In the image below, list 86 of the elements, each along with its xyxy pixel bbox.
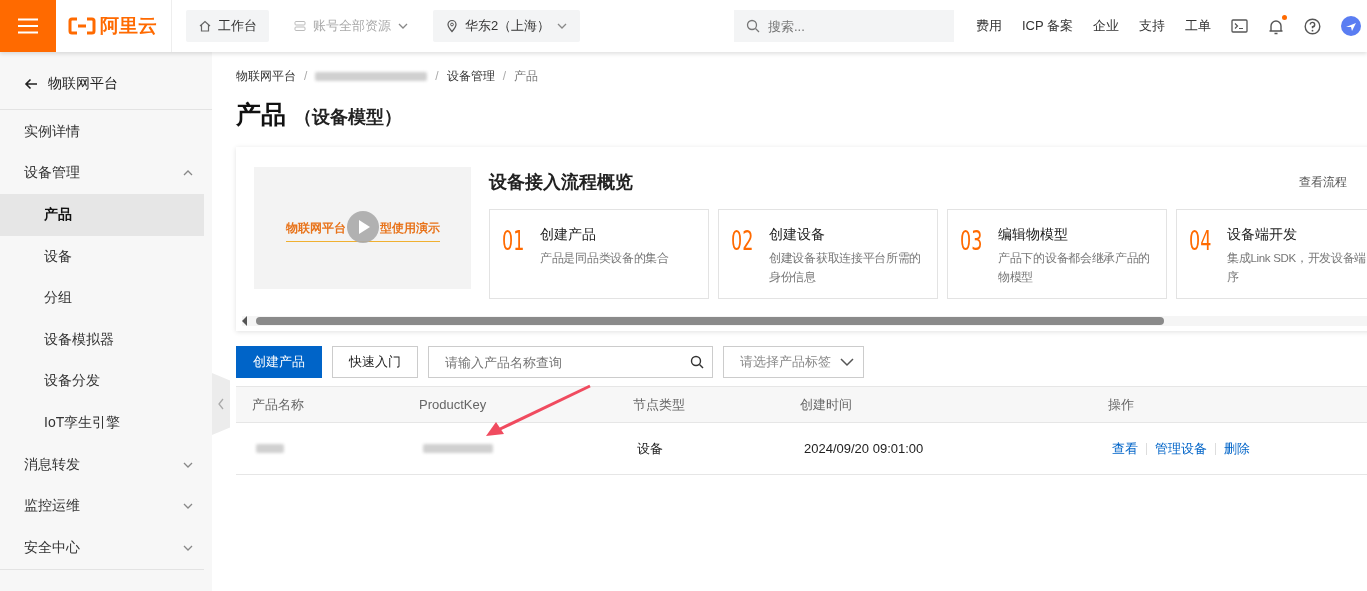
step-number: 01 <box>502 226 522 258</box>
breadcrumb-separator: / <box>502 69 507 83</box>
bell-icon[interactable] <box>1268 17 1284 35</box>
step-description: 创建设备获取连接平台所需的 <box>769 251 922 266</box>
step-title: 创建设备 <box>769 226 826 244</box>
nav-button[interactable]: 华东2（上海） <box>433 10 581 42</box>
header-link[interactable]: 企业 <box>1093 17 1119 35</box>
step-description: 序 <box>1227 270 1240 285</box>
home-icon <box>198 19 212 33</box>
sidebar-item[interactable]: 产品 <box>0 194 204 236</box>
sidebar-item[interactable]: 分组 <box>0 277 204 319</box>
breadcrumb-separator: / <box>435 69 439 83</box>
search-icon <box>690 355 704 369</box>
step-number: 03 <box>960 226 980 258</box>
sidebar-item[interactable]: 设备模拟器 <box>0 318 204 361</box>
action-link[interactable]: 删除 <box>1224 439 1250 458</box>
view-flow-link[interactable]: 查看流程 <box>1299 173 1347 191</box>
header-link[interactable]: 费用 <box>975 17 1002 35</box>
breadcrumb-current: 产品 <box>514 67 539 85</box>
back-arrow-icon[interactable] <box>24 77 38 90</box>
breadcrumb-separator: / <box>304 69 308 83</box>
video-title: 物联网平台 <box>285 220 346 237</box>
nav-button[interactable]: 工作台 <box>186 10 269 42</box>
action-link[interactable]: 查看 <box>1112 439 1138 458</box>
avatar-icon[interactable] <box>1341 16 1361 36</box>
step-description: 身份信息 <box>769 270 817 285</box>
step-description: 产品下的设备都会继承产品的 <box>998 251 1151 266</box>
step-card[interactable]: 03 编辑物模型 产品下的设备都会继承产品的 物模型 <box>947 209 1167 299</box>
sidebar-group[interactable]: 安全中心 <box>0 526 204 569</box>
step-title: 创建产品 <box>540 226 597 244</box>
table-cell-text: 设备 <box>636 439 664 458</box>
sidebar-group[interactable]: 设备管理 <box>0 152 204 195</box>
step-description: 物模型 <box>998 270 1035 285</box>
chevron-left-icon <box>217 398 225 410</box>
header-link[interactable]: 工单 <box>1185 17 1211 35</box>
column-header: ProductKey <box>419 397 488 412</box>
breadcrumb-link[interactable]: 设备管理 <box>446 67 495 85</box>
header-link[interactable]: ICP 备案 <box>1021 17 1073 35</box>
tag-select[interactable]: 请选择产品标签 <box>723 346 864 378</box>
column-header: 产品名称 <box>252 395 305 414</box>
help-icon[interactable] <box>1304 17 1321 35</box>
blurred-text <box>256 444 284 453</box>
breadcrumb-link[interactable]: 物联网平台 <box>236 67 296 85</box>
logo-text: 阿里云 <box>100 14 157 38</box>
action-link[interactable]: 管理设备 <box>1155 439 1207 458</box>
horizontal-scrollbar[interactable] <box>242 316 1367 326</box>
sidebar-group[interactable]: 消息转发 <box>0 443 204 486</box>
logo-icon <box>68 17 96 35</box>
location-pin-icon <box>445 19 459 33</box>
stack-icon <box>293 19 307 33</box>
step-card[interactable]: 02 创建设备 创建设备获取连接平台所需的 身份信息 <box>718 209 938 299</box>
page-subtitle: （设备模型） <box>294 106 402 129</box>
terminal-icon[interactable] <box>1231 19 1248 33</box>
flow-title: 设备接入流程概览 <box>489 171 633 194</box>
sidebar-item[interactable]: 设备 <box>0 235 204 278</box>
sidebar-title: 物联网平台 <box>48 74 118 93</box>
sidebar-item[interactable]: 实例详情 <box>0 111 204 153</box>
product-search-field[interactable]: 请输入产品名称查询 <box>428 346 713 378</box>
step-title: 设备端开发 <box>1227 226 1298 244</box>
step-description: 集成Link SDK，开发设备端 <box>1227 251 1367 266</box>
step-number: 02 <box>731 226 751 258</box>
search-icon <box>745 19 760 33</box>
step-card[interactable]: 04 设备端开发 集成Link SDK，开发设备端 序 <box>1176 209 1367 299</box>
column-header: 节点类型 <box>633 395 686 414</box>
step-description: 产品是同品类设备的集合 <box>540 251 669 266</box>
quick-start-button[interactable]: 快速入门 <box>332 346 418 378</box>
play-icon <box>347 211 379 243</box>
sidebar-item[interactable]: 设备分发 <box>0 360 204 403</box>
column-header: 操作 <box>1108 395 1135 414</box>
step-number: 04 <box>1189 226 1209 258</box>
create-product-button[interactable]: 创建产品 <box>236 346 322 378</box>
video-title: 型使用演示 <box>379 220 440 237</box>
menu-icon <box>18 18 38 34</box>
column-header: 创建时间 <box>800 395 853 414</box>
sidebar-item[interactable]: IoT孪生引擎 <box>0 402 204 444</box>
menu-button[interactable] <box>0 0 56 52</box>
table-cell-text: 2024/09/20 09:01:00 <box>803 441 925 456</box>
collapse-handle[interactable] <box>212 373 230 435</box>
search-field[interactable]: 搜索... <box>733 10 954 42</box>
page-title: 产品 <box>236 99 286 130</box>
step-card[interactable]: 01 创建产品 产品是同品类设备的集合 <box>489 209 709 299</box>
step-title: 编辑物模型 <box>998 226 1069 244</box>
header-link[interactable]: 支持 <box>1139 17 1165 35</box>
blurred-text <box>423 444 493 453</box>
scroll-left-icon <box>242 316 248 326</box>
sidebar-group[interactable]: 监控运维 <box>0 485 204 527</box>
